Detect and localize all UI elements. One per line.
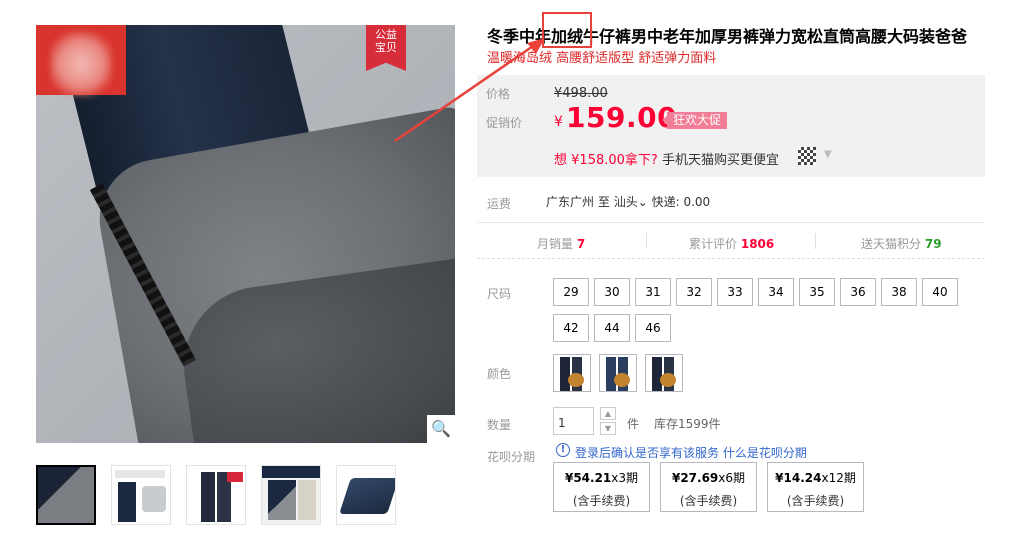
thumbnail-5[interactable] bbox=[336, 465, 396, 525]
stat-separator bbox=[646, 233, 647, 249]
product-subtitle: 温暖海岛绒 高腰舒适版型 舒适弹力面料 bbox=[487, 51, 717, 66]
size-option[interactable]: 38 bbox=[881, 278, 917, 306]
main-product-image[interactable]: 公益 宝贝 🔍 bbox=[36, 25, 455, 443]
monthly-sales: 月销量 7 bbox=[537, 237, 586, 251]
installment-label: 花呗分期 bbox=[487, 450, 536, 464]
size-option[interactable]: 36 bbox=[840, 278, 876, 306]
tmall-points: 送天猫积分 79 bbox=[861, 237, 942, 251]
thumbnail-4[interactable] bbox=[261, 465, 321, 525]
stock-count: 库存1599件 bbox=[654, 417, 721, 431]
app-price-hint[interactable]: 想 ¥158.00拿下? 手机天猫购买更便宜 bbox=[554, 149, 779, 168]
highlight-box-annotation bbox=[542, 12, 592, 48]
shipping-destination-select[interactable]: 汕头⌄ bbox=[614, 195, 648, 209]
divider bbox=[477, 222, 985, 223]
promo-price-label: 促销价 bbox=[486, 116, 523, 130]
divider bbox=[477, 258, 985, 259]
size-label: 尺码 bbox=[487, 287, 512, 301]
shipping-info: 广东广州 至 汕头⌄ 快递: 0.00 bbox=[546, 195, 711, 209]
quantity-unit: 件 bbox=[627, 417, 640, 431]
quantity-label: 数量 bbox=[487, 418, 512, 432]
size-option[interactable]: 35 bbox=[799, 278, 835, 306]
promo-price: 159.00 bbox=[566, 101, 678, 134]
size-option[interactable]: 33 bbox=[717, 278, 753, 306]
quantity-decrease-button[interactable]: ▼ bbox=[600, 422, 616, 435]
charity-badge: 公益 宝贝 bbox=[366, 25, 406, 71]
size-option[interactable]: 34 bbox=[758, 278, 794, 306]
stat-separator bbox=[815, 233, 816, 249]
color-swatch-1[interactable] bbox=[553, 354, 591, 392]
size-option[interactable]: 44 bbox=[594, 314, 630, 342]
blurred-logo bbox=[36, 25, 126, 97]
original-price: ¥498.00 bbox=[554, 86, 608, 101]
size-option[interactable]: 31 bbox=[635, 278, 671, 306]
currency-symbol: ¥ bbox=[554, 114, 563, 130]
installment-plan-3[interactable]: ¥54.21x3期 (含手续费) bbox=[553, 462, 650, 512]
size-option[interactable]: 40 bbox=[922, 278, 958, 306]
size-option[interactable]: 32 bbox=[676, 278, 712, 306]
installment-help-link[interactable]: 什么是花呗分期 bbox=[723, 446, 807, 460]
shipping-label: 运费 bbox=[487, 197, 512, 211]
original-price-label: 价格 bbox=[486, 87, 511, 101]
thumbnail-1[interactable] bbox=[36, 465, 96, 525]
thumbnail-strip bbox=[36, 465, 396, 525]
quantity-input[interactable]: 1 bbox=[553, 407, 594, 435]
size-option[interactable]: 29 bbox=[553, 278, 589, 306]
color-swatch-3[interactable] bbox=[645, 354, 683, 392]
quantity-increase-button[interactable]: ▲ bbox=[600, 407, 616, 420]
thumbnail-3[interactable] bbox=[186, 465, 246, 525]
installment-plan-6[interactable]: ¥27.69x6期 (含手续费) bbox=[660, 462, 757, 512]
qr-code-icon[interactable] bbox=[798, 147, 816, 165]
promo-tag: 狂欢大促 bbox=[661, 112, 728, 129]
review-count[interactable]: 累计评价 1806 bbox=[689, 235, 774, 252]
installment-plan-12[interactable]: ¥14.24x12期 (含手续费) bbox=[767, 462, 864, 512]
color-swatch-2[interactable] bbox=[599, 354, 637, 392]
size-option[interactable]: 46 bbox=[635, 314, 671, 342]
thumbnail-2[interactable] bbox=[111, 465, 171, 525]
size-option[interactable]: 30 bbox=[594, 278, 630, 306]
installment-notice[interactable]: 登录后确认是否享有该服务 什么是花呗分期 bbox=[575, 444, 807, 461]
size-option[interactable]: 42 bbox=[553, 314, 589, 342]
color-label: 颜色 bbox=[487, 367, 512, 381]
chevron-down-icon[interactable]: ▼ bbox=[824, 149, 832, 160]
info-icon: ! bbox=[556, 443, 570, 457]
magnifier-icon[interactable]: 🔍 bbox=[427, 415, 455, 443]
